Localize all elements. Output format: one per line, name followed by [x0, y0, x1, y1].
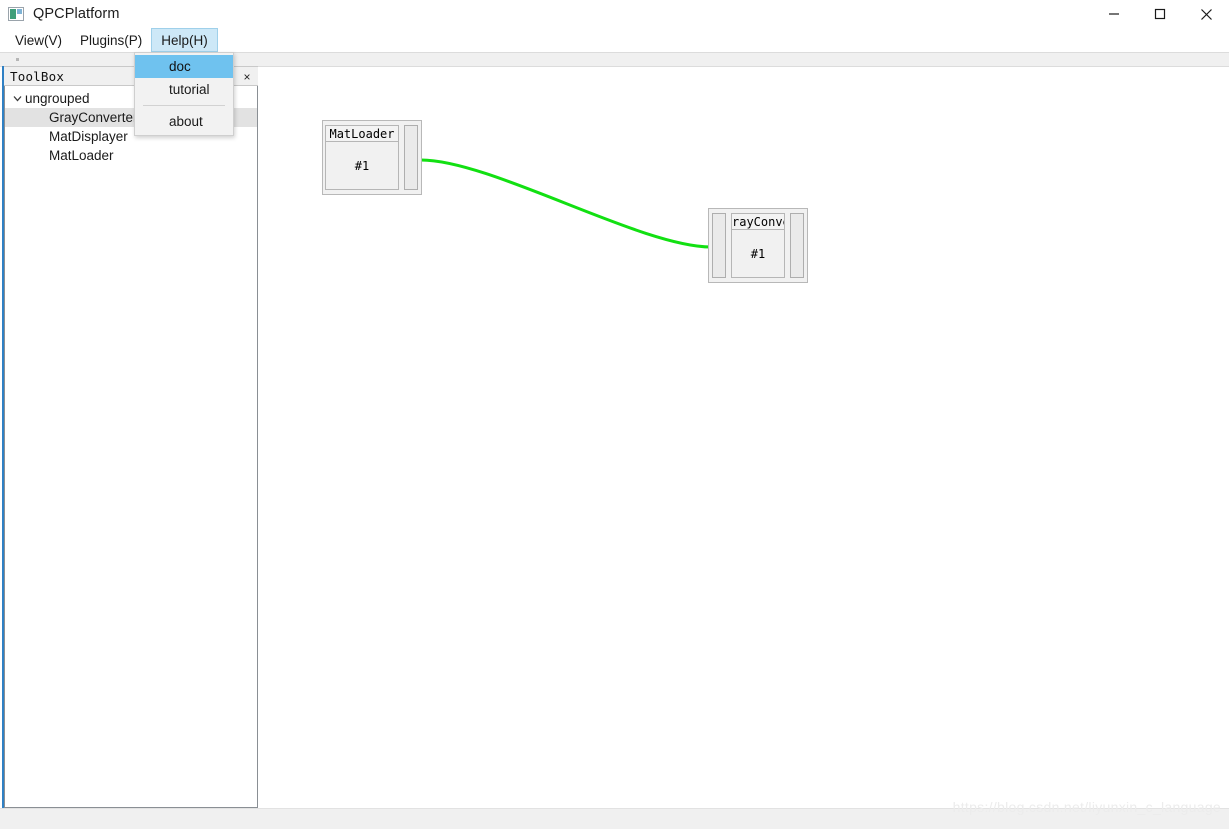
connection-wire[interactable]	[419, 158, 713, 249]
graph-node-grayconverter[interactable]: rayConverte #1	[708, 208, 808, 283]
window-title: QPCPlatform	[33, 6, 120, 22]
close-button[interactable]	[1183, 0, 1229, 28]
menubar: View(V) Plugins(P) Help(H)	[0, 28, 1229, 52]
tree-item-label: MatDisplayer	[49, 129, 128, 144]
node-title-matloader: MatLoader	[325, 125, 399, 142]
node-input-port[interactable]	[712, 213, 726, 278]
toolbox-tree: ungrouped GrayConverter MatDisplayer Mat…	[4, 86, 258, 808]
toolbox-panel-title: ToolBox	[10, 68, 65, 84]
menu-item-help[interactable]: Help(H)	[151, 28, 218, 52]
close-icon	[1200, 8, 1212, 20]
graph-canvas[interactable]: MatLoader #1 rayConverte #1	[260, 68, 1229, 808]
tree-item-label: GrayConverter	[49, 110, 138, 125]
tree-item-matloader[interactable]: MatLoader	[5, 146, 257, 165]
node-content: rayConverte #1	[731, 213, 785, 278]
menu-option-about[interactable]: about	[135, 110, 233, 133]
toolbox-close-button[interactable]: ×	[238, 68, 256, 86]
menu-item-view[interactable]: View(V)	[6, 28, 71, 52]
menu-separator	[143, 105, 225, 106]
node-content: MatLoader #1	[325, 125, 399, 190]
chevron-down-icon	[9, 93, 25, 104]
maximize-icon	[1154, 8, 1166, 20]
menu-option-doc[interactable]: doc	[135, 55, 233, 78]
node-title-grayconverter: rayConverte	[731, 213, 785, 230]
node-instance-label: #1	[731, 230, 785, 278]
tree-item-label: MatLoader	[49, 148, 114, 163]
menu-item-plugins[interactable]: Plugins(P)	[71, 28, 151, 52]
graph-node-matloader[interactable]: MatLoader #1	[322, 120, 422, 195]
status-bar	[0, 808, 1229, 829]
toolbar-grip-icon	[16, 58, 19, 61]
menu-option-tutorial[interactable]: tutorial	[135, 78, 233, 101]
toolbox-panel: ToolBox × ungrouped GrayConverter MatDis…	[2, 66, 258, 808]
minimize-button[interactable]	[1091, 0, 1137, 28]
window-controls	[1091, 0, 1229, 28]
help-dropdown-menu: doc tutorial about	[134, 52, 234, 136]
node-output-port[interactable]	[404, 125, 418, 190]
window-titlebar: QPCPlatform	[0, 0, 1229, 28]
maximize-button[interactable]	[1137, 0, 1183, 28]
minimize-icon	[1109, 13, 1119, 15]
node-instance-label: #1	[325, 142, 399, 190]
app-window-icon	[8, 7, 24, 21]
tree-group-label: ungrouped	[25, 91, 90, 106]
node-output-port[interactable]	[790, 213, 804, 278]
